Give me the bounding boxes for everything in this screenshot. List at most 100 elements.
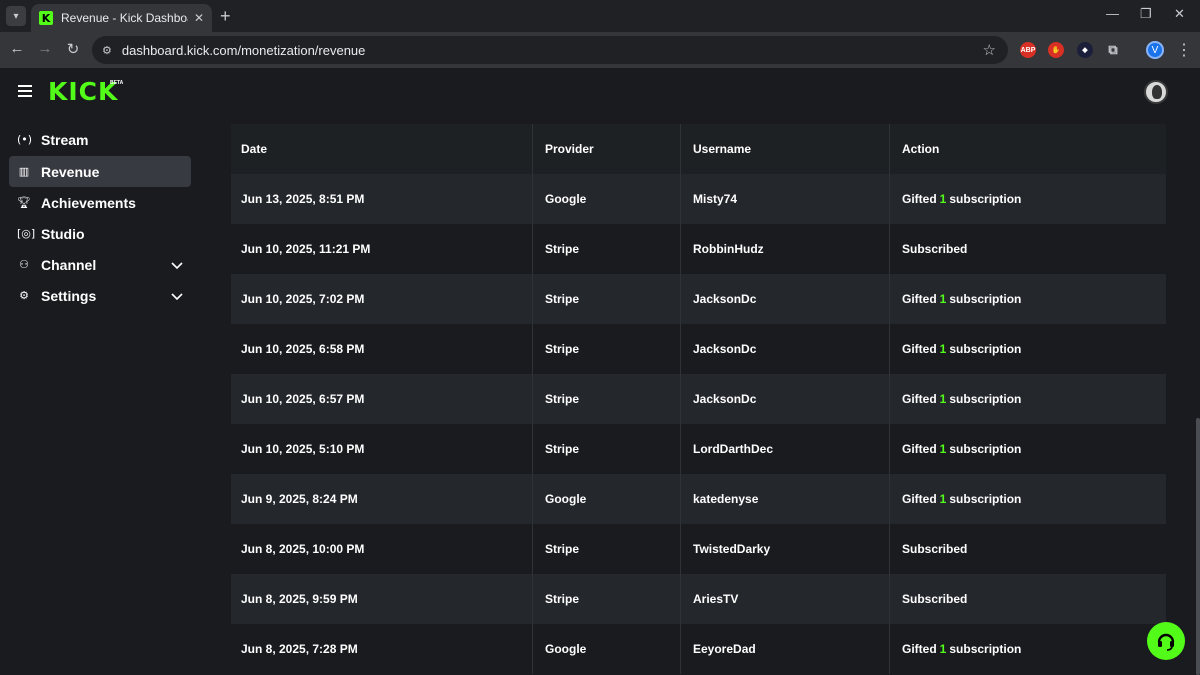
username-cell[interactable]: TwistedDarky (681, 524, 890, 574)
sidebar-item-label: Channel (41, 256, 97, 273)
username-cell[interactable]: katedenyse (681, 474, 890, 524)
scrollbar[interactable] (1196, 418, 1200, 675)
tab-search-button[interactable]: ▾ (6, 6, 26, 26)
provider-cell: Stripe (533, 274, 681, 324)
date-cell: Jun 8, 2025, 7:28 PM (231, 624, 533, 674)
diamond-icon[interactable]: ◆ (1077, 42, 1093, 58)
profile-avatar[interactable]: V (1146, 41, 1164, 59)
abp-extension-icon[interactable]: ABP (1020, 42, 1036, 58)
date-cell: Jun 10, 2025, 6:58 PM (231, 324, 533, 374)
provider-cell: Google (533, 174, 681, 224)
sidebar-item-label: Settings (41, 287, 97, 304)
username-cell[interactable]: Misty74 (681, 174, 890, 224)
username-cell[interactable]: JacksonDc (681, 374, 890, 424)
action-cell: Gifted 1 subscription (890, 274, 1166, 324)
sidebar-item-label: Revenue (41, 163, 100, 180)
table-header-row: Date Provider Username Action (231, 124, 1166, 174)
tab-close-icon[interactable]: ✕ (194, 11, 204, 25)
url-text[interactable]: dashboard.kick.com/monetization/revenue (122, 43, 983, 58)
action-suffix: subscription (949, 492, 1022, 506)
back-icon[interactable]: ← (7, 40, 27, 57)
sidebar-item-studio[interactable]: [◎] Studio (9, 218, 191, 249)
table-row: Jun 10, 2025, 6:58 PM Stripe JacksonDc Gift… (231, 324, 1166, 374)
action-cell: Gifted 1 subscription (890, 474, 1166, 524)
new-tab-button[interactable]: + (220, 6, 231, 26)
chevron-down-icon[interactable] (171, 259, 183, 271)
main-content: Date Provider Username Action Jun 13, 20… (200, 118, 1200, 675)
date-cell: Jun 10, 2025, 5:10 PM (231, 424, 533, 474)
sidebar-item-channel[interactable]: ⚇ Channel (9, 249, 191, 280)
broadcast-icon: (•) (17, 133, 33, 146)
action-text: Subscribed (902, 242, 968, 256)
column-header-action[interactable]: Action (890, 124, 1166, 174)
table-row: Jun 10, 2025, 11:21 PM Stripe RobbinHudz Su… (231, 224, 1166, 274)
provider-cell: Stripe (533, 574, 681, 624)
browser-tab[interactable]: K Revenue - Kick Dashboard ✕ (31, 4, 212, 32)
provider-cell: Stripe (533, 524, 681, 574)
gift-count: 1 (939, 492, 947, 506)
username-cell[interactable]: RobbinHudz (681, 224, 890, 274)
reload-icon[interactable]: ↻ (63, 40, 83, 58)
adblock-hand-icon[interactable]: ✋ (1048, 42, 1064, 58)
date-cell: Jun 13, 2025, 8:51 PM (231, 174, 533, 224)
provider-cell: Google (533, 624, 681, 674)
action-suffix: subscription (949, 642, 1022, 656)
column-header-date[interactable]: Date (231, 124, 533, 174)
action-cell: Gifted 1 subscription (890, 324, 1166, 374)
gift-count: 1 (939, 642, 947, 656)
browser-menu-icon[interactable]: ⋮ (1176, 40, 1192, 60)
browser-tabstrip: ▾ K Revenue - Kick Dashboard ✕ + — ❐ ✕ (0, 0, 1200, 32)
bookmark-star-icon[interactable]: ☆ (983, 41, 996, 59)
app-header: KICK BETA (0, 68, 1200, 118)
date-cell: Jun 10, 2025, 7:02 PM (231, 274, 533, 324)
site-info-icon[interactable]: ⚙ (102, 44, 112, 57)
people-icon: ⚇ (19, 258, 29, 271)
username-cell[interactable]: JacksonDc (681, 324, 890, 374)
sidebar-item-settings[interactable]: ⚙ Settings (9, 280, 191, 311)
username-cell[interactable]: EeyoreDad (681, 624, 890, 674)
action-text: Gifted (902, 492, 937, 506)
action-cell: Subscribed (890, 224, 1166, 274)
date-cell: Jun 8, 2025, 9:59 PM (231, 574, 533, 624)
column-header-username[interactable]: Username (681, 124, 890, 174)
action-suffix: subscription (949, 392, 1022, 406)
table-row: Jun 8, 2025, 9:59 PM Stripe AriesTV Subscri… (231, 574, 1166, 624)
table-row: Jun 13, 2025, 8:51 PM Google Misty74 Gifted… (231, 174, 1166, 224)
date-cell: Jun 9, 2025, 8:24 PM (231, 474, 533, 524)
date-cell: Jun 10, 2025, 11:21 PM (231, 224, 533, 274)
user-avatar[interactable] (1144, 80, 1168, 104)
sidebar-item-stream[interactable]: (•) Stream (9, 124, 191, 155)
username-cell[interactable]: LordDarthDec (681, 424, 890, 474)
action-suffix: subscription (949, 192, 1022, 206)
support-chat-button[interactable] (1147, 622, 1185, 660)
action-suffix: subscription (949, 442, 1022, 456)
address-bar[interactable]: ⚙ dashboard.kick.com/monetization/revenu… (92, 36, 1008, 64)
action-text: Gifted (902, 442, 937, 456)
column-header-provider[interactable]: Provider (533, 124, 681, 174)
action-cell: Gifted 1 subscription (890, 374, 1166, 424)
action-cell: Gifted 1 subscription (890, 174, 1166, 224)
window-close-icon[interactable]: ✕ (1174, 6, 1185, 22)
restore-icon[interactable]: ❐ (1140, 6, 1152, 22)
username-cell[interactable]: JacksonDc (681, 274, 890, 324)
action-text: Subscribed (902, 542, 968, 556)
forward-icon[interactable]: → (35, 40, 55, 57)
sidebar-item-revenue[interactable]: ▥ Revenue (9, 156, 191, 187)
trophy-icon: 🏆︎ (17, 196, 31, 209)
kick-logo[interactable]: KICK (48, 77, 118, 106)
provider-cell: Stripe (533, 374, 681, 424)
sidebar-item-achievements[interactable]: 🏆︎ Achievements (9, 187, 191, 218)
gift-count: 1 (939, 392, 947, 406)
username-cell[interactable]: AriesTV (681, 574, 890, 624)
provider-cell: Stripe (533, 424, 681, 474)
table-row: Jun 9, 2025, 8:24 PM Google katedenyse Gift… (231, 474, 1166, 524)
studio-icon: [◎] (17, 227, 36, 240)
chevron-down-icon[interactable] (171, 290, 183, 302)
puzzle-icon[interactable]: ⧉ (1105, 42, 1121, 58)
provider-cell: Stripe (533, 324, 681, 374)
minimize-icon[interactable]: — (1106, 6, 1119, 21)
gift-count: 1 (939, 192, 947, 206)
sidebar: (•) Stream ▥ Revenue 🏆︎ Achievements [◎]… (0, 118, 200, 675)
action-suffix: subscription (949, 292, 1022, 306)
hamburger-menu-icon[interactable] (18, 85, 32, 97)
